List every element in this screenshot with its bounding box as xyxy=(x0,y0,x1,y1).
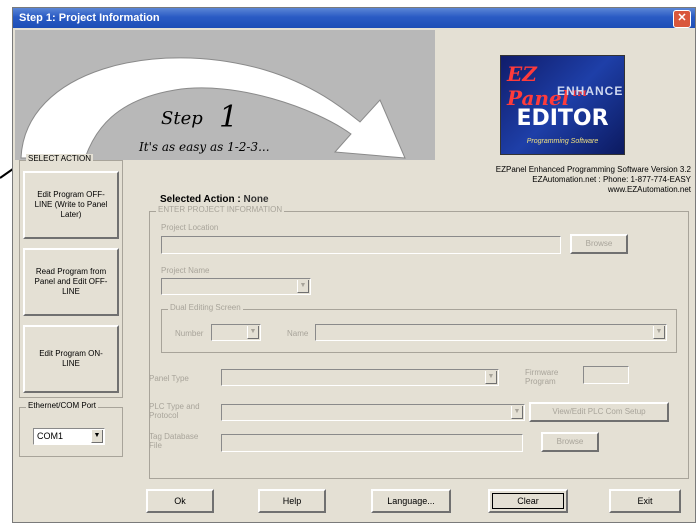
firmware-label: Firmware Program xyxy=(525,368,559,386)
logo-subtitle: Programming Software xyxy=(526,138,599,145)
ok-button[interactable]: Ok xyxy=(146,489,214,513)
chevron-down-icon[interactable]: ▼ xyxy=(91,430,103,443)
logo-enhanced: ENHANCED xyxy=(557,84,624,98)
chevron-down-icon[interactable]: ▼ xyxy=(297,280,309,293)
chevron-down-icon[interactable]: ▼ xyxy=(247,326,259,339)
name-label: Name xyxy=(287,329,309,338)
project-name-select[interactable]: ▼ xyxy=(161,278,311,295)
dual-editing-title: Dual Editing Screen xyxy=(168,303,243,312)
step-word: Step xyxy=(161,108,203,129)
plc-type-label: PLC Type and Protocol xyxy=(149,402,200,420)
project-location-input[interactable] xyxy=(161,236,561,254)
number-select[interactable]: ▼ xyxy=(211,324,261,341)
project-name-label: Project Name xyxy=(161,266,210,275)
step-number: 1 xyxy=(219,100,239,135)
browse-location-button[interactable]: Browse xyxy=(570,234,628,254)
chevron-down-icon[interactable]: ▼ xyxy=(485,371,497,384)
chevron-down-icon[interactable]: ▼ xyxy=(653,326,665,339)
edit-offline-button[interactable]: Edit Program OFF-LINE (Write to Panel La… xyxy=(23,171,119,239)
window-title: Step 1: Project Information xyxy=(19,12,160,24)
name-select[interactable]: ▼ xyxy=(315,324,667,341)
browse-tag-button[interactable]: Browse xyxy=(541,432,599,452)
clear-button[interactable]: Clear xyxy=(488,489,568,513)
info-version: EZPanel Enhanced Programming Software Ve… xyxy=(495,165,691,174)
project-info-title: ENTER PROJECT INFORMATION xyxy=(156,205,285,214)
logo-editor: EDITOR xyxy=(516,106,609,131)
chevron-down-icon[interactable]: ▼ xyxy=(511,406,523,419)
tagline: It's as easy as 1-2-3... xyxy=(139,140,270,154)
project-location-label: Project Location xyxy=(161,223,219,232)
selected-action-label: Selected Action : xyxy=(160,194,241,205)
panel-type-select[interactable]: ▼ xyxy=(221,369,499,386)
close-icon[interactable]: ✕ xyxy=(673,10,691,28)
language-button[interactable]: Language... xyxy=(371,489,451,513)
plc-com-setup-button[interactable]: View/Edit PLC Com Setup xyxy=(529,402,669,422)
select-action-title: SELECT ACTION xyxy=(26,154,93,163)
com-port-select[interactable]: COM1 ▼ xyxy=(33,428,105,445)
com-port-value: COM1 xyxy=(37,431,64,441)
info-website: www.EZAutomation.net xyxy=(607,185,691,194)
help-button[interactable]: Help xyxy=(258,489,326,513)
tag-database-label: Tag Database File xyxy=(149,432,199,450)
number-label: Number xyxy=(175,329,204,338)
plc-type-select[interactable]: ▼ xyxy=(221,404,525,421)
port-title: Ethernet/COM Port xyxy=(26,401,99,410)
read-from-panel-button[interactable]: Read Program from Panel and Edit OFF-LIN… xyxy=(23,248,119,316)
panel-type-label: Panel Type xyxy=(149,374,189,383)
info-phone: EZAutomation.net : Phone: 1-877-774-EASY xyxy=(532,175,691,184)
selected-action-value: None xyxy=(243,194,269,205)
selected-action: Selected Action : None xyxy=(160,194,269,205)
title-bar: Step 1: Project Information ✕ xyxy=(13,8,695,28)
exit-button[interactable]: Exit xyxy=(609,489,681,513)
firmware-input[interactable] xyxy=(583,366,629,384)
edit-online-button[interactable]: Edit Program ON-LINE xyxy=(23,325,119,393)
tag-database-input[interactable] xyxy=(221,434,523,452)
software-info: EZPanel Enhanced Programming Software Ve… xyxy=(496,165,691,195)
project-info-window: Step 1: Project Information ✕ Step 1 It'… xyxy=(12,7,696,523)
ezpanel-logo: EZ Panel™ ENHANCED EDITOR Programming So… xyxy=(500,55,625,155)
